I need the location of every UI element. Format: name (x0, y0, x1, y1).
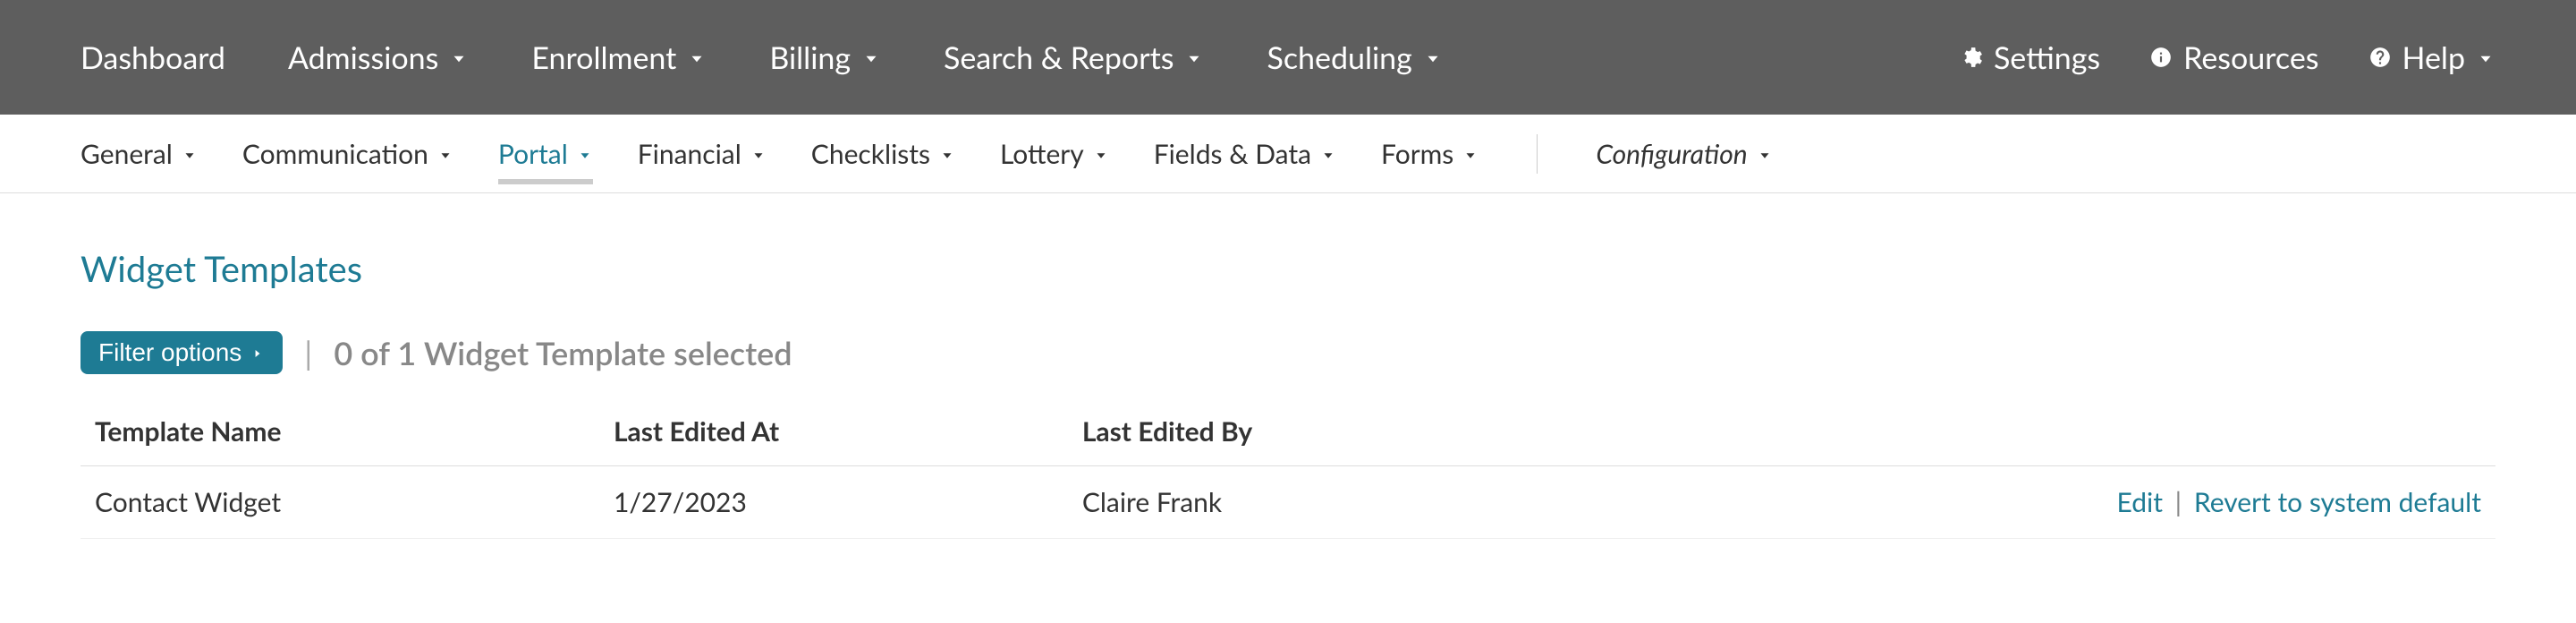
nav-billing[interactable]: Billing (769, 39, 881, 76)
chevron-down-icon (1423, 39, 1443, 76)
nav-settings[interactable]: Settings (1960, 39, 2100, 76)
page-title: Widget Templates (80, 247, 2496, 290)
separator: | (304, 333, 312, 372)
top-nav: Dashboard Admissions Enrollment Billing … (0, 0, 2576, 115)
cell-actions: Edit | Revert to system default (1547, 466, 2496, 539)
col-last-edited-by: Last Edited By (1068, 397, 1547, 466)
col-actions (1547, 397, 2496, 466)
tab-label: Portal (498, 138, 568, 170)
chevron-down-icon (1093, 138, 1109, 170)
top-nav-left: Dashboard Admissions Enrollment Billing … (80, 39, 1443, 76)
tab-forms[interactable]: Forms (1381, 129, 1479, 179)
nav-search-reports[interactable]: Search & Reports (944, 39, 1204, 76)
tab-general[interactable]: General (80, 129, 198, 179)
nav-label: Resources (2183, 39, 2318, 76)
chevron-down-icon (449, 39, 469, 76)
tab-label: Checklists (811, 138, 930, 170)
nav-label: Help (2402, 39, 2465, 76)
nav-label: Admissions (288, 39, 438, 76)
tab-label: Lottery (1000, 138, 1084, 170)
tab-fields-data[interactable]: Fields & Data (1154, 129, 1336, 179)
col-last-edited-at: Last Edited At (599, 397, 1068, 466)
filter-options-button[interactable]: Filter options (80, 331, 283, 374)
chevron-right-icon (250, 338, 265, 367)
nav-label: Settings (1994, 39, 2100, 76)
cell-edited-at: 1/27/2023 (599, 466, 1068, 539)
tab-portal[interactable]: Portal (498, 129, 593, 184)
nav-label: Billing (769, 39, 851, 76)
top-nav-right: Settings Resources Help (1960, 39, 2496, 76)
chevron-down-icon (750, 138, 767, 170)
chevron-down-icon (182, 138, 198, 170)
templates-table: Template Name Last Edited At Last Edited… (80, 397, 2496, 539)
chevron-down-icon (861, 39, 881, 76)
table-header-row: Template Name Last Edited At Last Edited… (80, 397, 2496, 466)
action-separator: | (2170, 486, 2188, 518)
tab-configuration[interactable]: Configuration (1596, 129, 1772, 179)
chevron-down-icon (1757, 138, 1773, 170)
nav-label: Search & Reports (944, 39, 1174, 76)
nav-scheduling[interactable]: Scheduling (1267, 39, 1442, 76)
tab-financial[interactable]: Financial (638, 129, 767, 179)
cell-edited-by: Claire Frank (1068, 466, 1547, 539)
tab-communication[interactable]: Communication (242, 129, 453, 179)
tab-label: Configuration (1596, 138, 1747, 170)
col-template-name: Template Name (80, 397, 599, 466)
chevron-down-icon (2476, 39, 2496, 76)
info-icon (2149, 39, 2173, 76)
chevron-down-icon (1184, 39, 1204, 76)
chevron-down-icon (577, 138, 593, 170)
nav-admissions[interactable]: Admissions (288, 39, 469, 76)
chevron-down-icon (939, 138, 955, 170)
tab-label: Forms (1381, 138, 1453, 170)
edit-link[interactable]: Edit (2117, 486, 2163, 518)
help-icon (2368, 39, 2392, 76)
nav-label: Scheduling (1267, 39, 1411, 76)
nav-help[interactable]: Help (2368, 39, 2496, 76)
nav-resources[interactable]: Resources (2149, 39, 2318, 76)
revert-link[interactable]: Revert to system default (2194, 486, 2481, 518)
chevron-down-icon (437, 138, 453, 170)
filter-button-label: Filter options (98, 338, 242, 367)
tab-checklists[interactable]: Checklists (811, 129, 955, 179)
nav-label: Dashboard (80, 39, 225, 76)
chevron-down-icon (1320, 138, 1336, 170)
page-content: Widget Templates Filter options | 0 of 1… (0, 193, 2576, 593)
nav-enrollment[interactable]: Enrollment (531, 39, 707, 76)
subnav-divider (1537, 134, 1538, 174)
nav-dashboard[interactable]: Dashboard (80, 39, 225, 76)
chevron-down-icon (687, 39, 707, 76)
cell-template-name: Contact Widget (80, 466, 599, 539)
tab-label: Fields & Data (1154, 138, 1311, 170)
chevron-down-icon (1462, 138, 1479, 170)
selection-status: 0 of 1 Widget Template selected (334, 333, 792, 372)
tab-label: General (80, 138, 173, 170)
tab-label: Financial (638, 138, 741, 170)
gear-icon (1960, 39, 1983, 76)
filter-row: Filter options | 0 of 1 Widget Template … (80, 331, 2496, 374)
nav-label: Enrollment (531, 39, 676, 76)
table-row: Contact Widget 1/27/2023 Claire Frank Ed… (80, 466, 2496, 539)
tab-lottery[interactable]: Lottery (1000, 129, 1109, 179)
sub-nav: General Communication Portal Financial C… (0, 115, 2576, 193)
tab-label: Communication (242, 138, 428, 170)
